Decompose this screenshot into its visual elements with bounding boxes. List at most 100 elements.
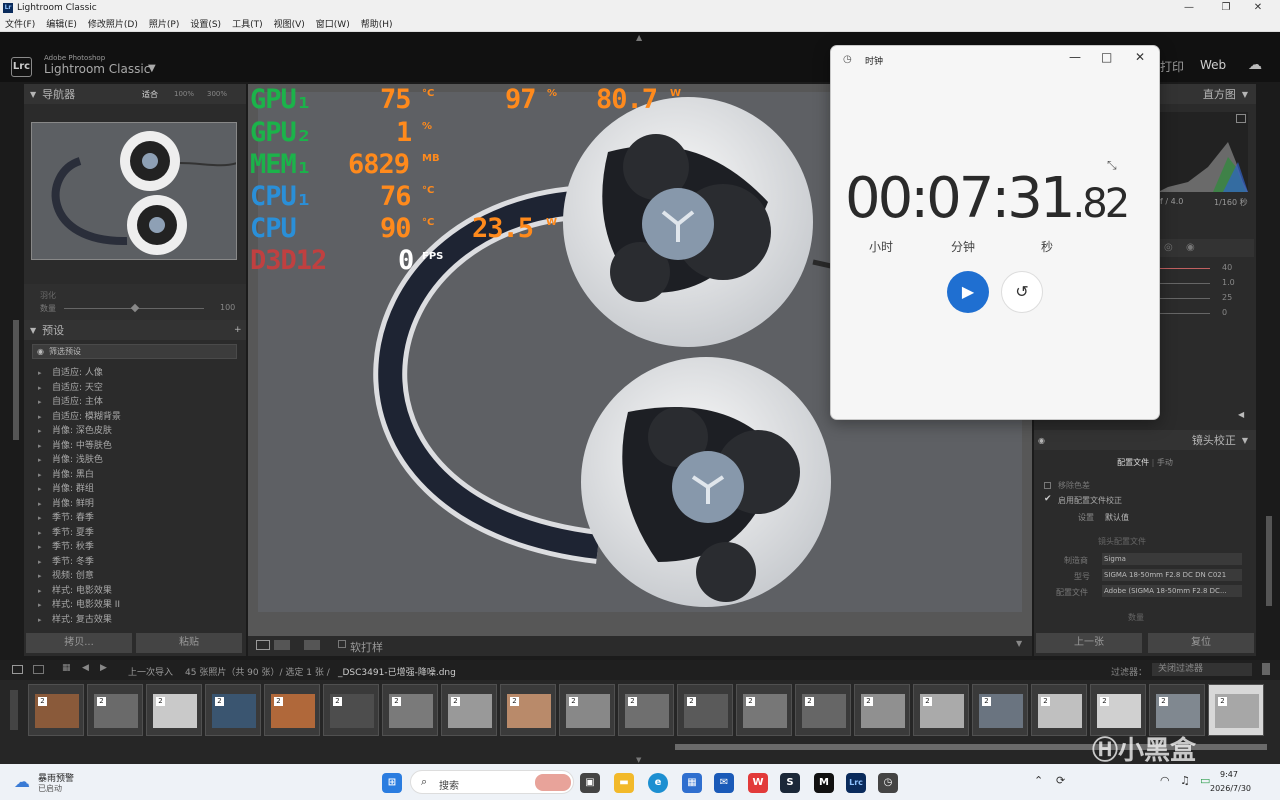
lightroom-taskbar-icon[interactable]: Lrc (846, 773, 866, 793)
list-item[interactable]: 自适应: 模糊背景 (38, 410, 238, 425)
filmstrip-thumbnail[interactable]: 2 (618, 684, 674, 736)
steam-icon[interactable]: S (780, 773, 800, 793)
profile-select[interactable]: Adobe (SIGMA 18-50mm F2.8 DC... (1102, 585, 1242, 597)
collapse-bottom-arrow[interactable]: ▼ (636, 756, 641, 764)
tab-profile[interactable]: 配置文件 (1117, 458, 1149, 467)
edge-icon[interactable]: e (648, 773, 668, 793)
navigator-preview[interactable] (31, 122, 237, 260)
filmstrip-thumbnail[interactable]: 2 (913, 684, 969, 736)
redeye-tool-icon[interactable]: ◉ (1186, 242, 1195, 253)
compare-view-icon[interactable] (274, 640, 290, 650)
list-item[interactable]: 样式: 复古效果 (38, 613, 238, 628)
clock-maximize-button[interactable]: □ (1101, 50, 1112, 64)
clock-taskbar-icon[interactable]: ◷ (878, 773, 898, 793)
collapse-top-arrow[interactable]: ▲ (636, 33, 642, 42)
battery-icon[interactable]: ▭ (1200, 774, 1210, 787)
toolbar-menu-icon[interactable]: ▼ (1016, 639, 1022, 648)
zoom-fit[interactable]: 适合 (142, 89, 158, 100)
start-icon[interactable]: ⊞ (382, 773, 402, 793)
make-select[interactable]: Sigma (1102, 553, 1242, 565)
amount-slider-thumb[interactable] (130, 303, 140, 313)
weather-icon[interactable]: ☁ (14, 772, 30, 791)
menu-help[interactable]: 帮助(H) (361, 17, 393, 30)
enable-profile-checkbox[interactable]: ✔ (1044, 494, 1052, 504)
clipping-indicator-icon[interactable] (1236, 114, 1246, 123)
list-item[interactable]: 季节: 春季 (38, 511, 238, 526)
file-explorer-icon[interactable]: ▬ (614, 773, 634, 793)
lens-correction-header[interactable]: ◉ 镜头校正 ▼ (1034, 430, 1256, 450)
menu-edit[interactable]: 编辑(E) (46, 17, 77, 30)
list-item[interactable]: 自适应: 人像 (38, 366, 238, 381)
identity-dropdown-icon[interactable]: ▼ (148, 63, 156, 74)
secondary-window-icon[interactable] (33, 665, 44, 674)
source-label[interactable]: 上一次导入 (128, 665, 173, 678)
tool-strip[interactable]: ◎ ◉ (1158, 239, 1254, 257)
filename-label[interactable]: _DSC3491-已增强-降噪.dng (338, 665, 456, 678)
visibility-icon[interactable]: ◉ (1038, 436, 1045, 445)
filmstrip-left-handle[interactable] (10, 690, 18, 730)
list-item[interactable]: 样式: 电影效果 II (38, 598, 238, 613)
filter-presets-input[interactable]: ◉ 筛选预设 (32, 344, 237, 359)
filmstrip-thumbnail[interactable]: 2 (87, 684, 143, 736)
filmstrip-thumbnail[interactable]: 2 (323, 684, 379, 736)
filter-lock-icon[interactable] (1262, 663, 1270, 675)
filmstrip-thumbnail[interactable]: 2 (1149, 684, 1205, 736)
menu-photo[interactable]: 照片(P) (149, 17, 179, 30)
filmstrip-thumbnail[interactable]: 2 (264, 684, 320, 736)
filmstrip-thumbnail[interactable]: 2 (1031, 684, 1087, 736)
list-item[interactable]: 肖像: 浅肤色 (38, 453, 238, 468)
filmstrip-thumbnail[interactable]: 2 (441, 684, 497, 736)
store-icon[interactable]: ▦ (682, 773, 702, 793)
list-item[interactable]: 季节: 秋季 (38, 540, 238, 555)
grid-icon[interactable]: ▦ (62, 663, 71, 673)
copy-button[interactable]: 拷贝... (26, 633, 132, 653)
filmstrip-thumbnail[interactable]: 2 (677, 684, 733, 736)
clock-close-button[interactable]: ✕ (1135, 50, 1145, 64)
filmstrip-thumbnail[interactable]: 2 (1208, 684, 1264, 736)
forward-arrow-icon[interactable]: ▶ (100, 663, 107, 673)
filmstrip[interactable]: 2 2 2 2 2 2 2 2 2 2 2 2 2 2 2 2 2 2 2 2 2 (0, 680, 1280, 764)
model-select[interactable]: SIGMA 18-50mm F2.8 DC DN C021 (1102, 569, 1242, 581)
survey-view-icon[interactable] (304, 640, 320, 650)
reset-button[interactable]: 复位 (1148, 633, 1254, 653)
wps-icon[interactable]: W (748, 773, 768, 793)
reset-timer-button[interactable]: ↺ (1001, 271, 1043, 313)
filmstrip-thumbnail[interactable]: 2 (146, 684, 202, 736)
task-view-icon[interactable]: ▣ (580, 773, 600, 793)
tray-expand-icon[interactable]: ⌃ (1034, 774, 1043, 787)
taskbar-time[interactable]: 9:47 (1220, 770, 1238, 779)
navigator-header[interactable]: ▼ 导航器 适合 100% 300% (24, 84, 246, 104)
minimize-button[interactable]: — (1175, 0, 1203, 16)
setup-dropdown[interactable]: 默认值 (1105, 512, 1129, 523)
cloud-icon[interactable]: ☁ (1248, 57, 1262, 73)
add-preset-icon[interactable]: + (234, 325, 242, 335)
list-item[interactable]: 季节: 冬季 (38, 555, 238, 570)
left-scrollbar[interactable] (13, 320, 19, 440)
module-print[interactable]: 打印 (1160, 58, 1184, 75)
filmstrip-thumbnail[interactable]: 2 (854, 684, 910, 736)
zoom-100[interactable]: 100% (174, 90, 194, 98)
filmstrip-thumbnail[interactable]: 2 (1090, 684, 1146, 736)
expand-left-icon[interactable]: ◀ (1238, 410, 1244, 419)
slider-track[interactable] (1158, 313, 1210, 314)
mail-icon[interactable]: ✉ (714, 773, 734, 793)
list-item[interactable]: 肖像: 深色皮肤 (38, 424, 238, 439)
tray-sync-icon[interactable]: ⟳ (1056, 774, 1065, 787)
search-box[interactable]: ⌕ 搜索 (410, 770, 574, 794)
presets-header[interactable]: ▼ 预设 + (24, 320, 246, 340)
menu-settings[interactable]: 设置(S) (190, 17, 221, 30)
filmstrip-thumbnail[interactable]: 2 (972, 684, 1028, 736)
slider-track[interactable] (1158, 298, 1210, 299)
clock-minimize-button[interactable]: — (1069, 50, 1081, 64)
filmstrip-thumbnail[interactable]: 2 (736, 684, 792, 736)
taskbar-date[interactable]: 2026/7/30 (1210, 784, 1251, 793)
menu-develop[interactable]: 修改照片(D) (88, 17, 138, 30)
right-scrollbar[interactable] (1266, 516, 1272, 606)
filmstrip-thumbnail[interactable]: 2 (205, 684, 261, 736)
menu-view[interactable]: 视图(V) (274, 17, 305, 30)
module-web[interactable]: Web (1200, 58, 1226, 72)
filmstrip-thumbnail[interactable]: 2 (382, 684, 438, 736)
slider-track[interactable] (1158, 283, 1210, 284)
list-item[interactable]: 视频: 创意 (38, 569, 238, 584)
zoom-300[interactable]: 300% (207, 90, 227, 98)
